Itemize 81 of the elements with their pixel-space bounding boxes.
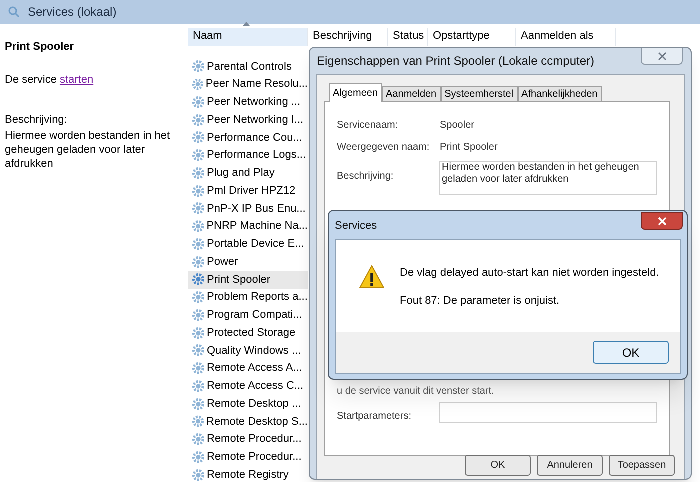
dialog-button[interactable]: Annuleren (537, 455, 603, 476)
service-row[interactable]: Performance Logs... (188, 146, 308, 164)
window-title: Services (lokaal) (28, 4, 117, 21)
gear-icon (192, 344, 205, 358)
error-detail: Fout 87: De parameter is onjuist. (400, 294, 560, 309)
service-row[interactable]: Plug and Play (188, 164, 308, 182)
field-label: Servicenaam: (337, 119, 398, 133)
error-message: De vlag delayed auto-start kan niet worden ingesteld. (400, 266, 660, 281)
service-row[interactable]: Peer Networking I... (188, 111, 308, 129)
service-row[interactable]: Quality Windows ... (188, 342, 308, 360)
tab[interactable]: Aanmelden (382, 86, 441, 102)
dialog-button[interactable]: OK (465, 455, 531, 476)
gear-icon (192, 398, 205, 411)
service-row[interactable]: Remote Desktop ... (188, 395, 308, 413)
tab[interactable]: Algemeen (329, 83, 382, 102)
service-row[interactable]: PNRP Machine Na... (188, 218, 308, 236)
tab[interactable]: Systeemherstel (440, 86, 518, 102)
gear-icon (192, 184, 205, 198)
gear-icon (192, 166, 205, 180)
field-label: Beschrijving: (337, 170, 394, 184)
service-row[interactable]: Protected Storage (188, 324, 308, 342)
service-row[interactable]: Remote Procedur... (188, 430, 308, 448)
gear-icon (192, 220, 205, 234)
service-row[interactable]: Remote Access A... (188, 360, 308, 378)
gear-icon (192, 433, 205, 446)
gear-icon (192, 78, 204, 92)
start-parameters-field[interactable] (439, 402, 657, 423)
gear-icon (192, 273, 205, 286)
warning-icon (359, 265, 385, 289)
service-row[interactable]: Peer Networking ... (188, 94, 308, 112)
gear-icon (192, 202, 205, 216)
service-row[interactable]: Problem Reports a... (188, 288, 308, 306)
gear-icon (192, 114, 205, 127)
partial-text: u de service vanuit dit venster start. (337, 385, 494, 399)
gear-icon (192, 308, 205, 322)
search-icon (8, 6, 20, 18)
service-row[interactable]: Peer Name Resolu... (188, 76, 308, 94)
action-text: De service (5, 72, 57, 88)
field-label: Startparameters: (337, 410, 412, 424)
gear-icon (192, 415, 204, 428)
service-row[interactable]: Remote Desktop S... (188, 413, 308, 431)
sort-arrow-icon (243, 22, 250, 26)
service-row[interactable]: Program Compati... (188, 306, 308, 324)
start-link[interactable]: starten (60, 72, 94, 88)
ok-button[interactable]: OK (593, 341, 669, 364)
field-value: Spooler (440, 119, 474, 133)
description-box: Hiermee worden bestanden in het geheugen geladen voor later afdrukken (439, 161, 657, 195)
close-button[interactable] (641, 212, 683, 230)
gear-icon (192, 362, 205, 376)
service-row[interactable]: Pml Driver HPZ12 (188, 182, 308, 200)
gear-icon (192, 380, 205, 393)
service-row[interactable]: Remote Registry (188, 466, 308, 482)
service-row[interactable]: PnP-X IP Bus Enu... (188, 200, 308, 218)
gear-icon (192, 256, 205, 269)
dialog-title: Services (335, 219, 378, 234)
field-value: Print Spooler (440, 141, 498, 155)
service-row[interactable]: Portable Device E... (188, 236, 308, 254)
gear-icon (192, 149, 205, 162)
service-row[interactable]: Remote Procedur... (188, 448, 308, 466)
description-label: Beschrijving: (5, 113, 68, 128)
dialog-button[interactable]: Toepassen (609, 455, 675, 476)
service-row[interactable]: Parental Controls (188, 58, 308, 76)
service-row[interactable]: Print Spooler (188, 271, 308, 289)
gear-icon (192, 96, 205, 109)
gear-icon (192, 468, 205, 482)
gear-icon (192, 131, 205, 144)
service-row[interactable]: Remote Access C... (188, 378, 308, 396)
description-text: Hiermee worden bestanden in het geheugen geladen voor later afdrukken (5, 128, 172, 170)
gear-icon (192, 450, 205, 464)
close-icon (658, 52, 666, 60)
service-row[interactable]: Performance Cou... (188, 129, 308, 147)
service-row[interactable]: Power (188, 253, 308, 271)
gear-icon (192, 326, 205, 340)
tab[interactable]: Afhankelijkheden (518, 86, 602, 102)
gear-icon (192, 291, 205, 304)
gear-icon (192, 60, 205, 74)
field-label: Weergegeven naam: (337, 141, 430, 155)
close-icon (658, 216, 666, 226)
service-title: Print Spooler (5, 40, 76, 55)
dialog-title: Eigenschappen van Print Spooler (Lokale ccmputer) (317, 53, 594, 70)
gear-icon (192, 238, 205, 251)
